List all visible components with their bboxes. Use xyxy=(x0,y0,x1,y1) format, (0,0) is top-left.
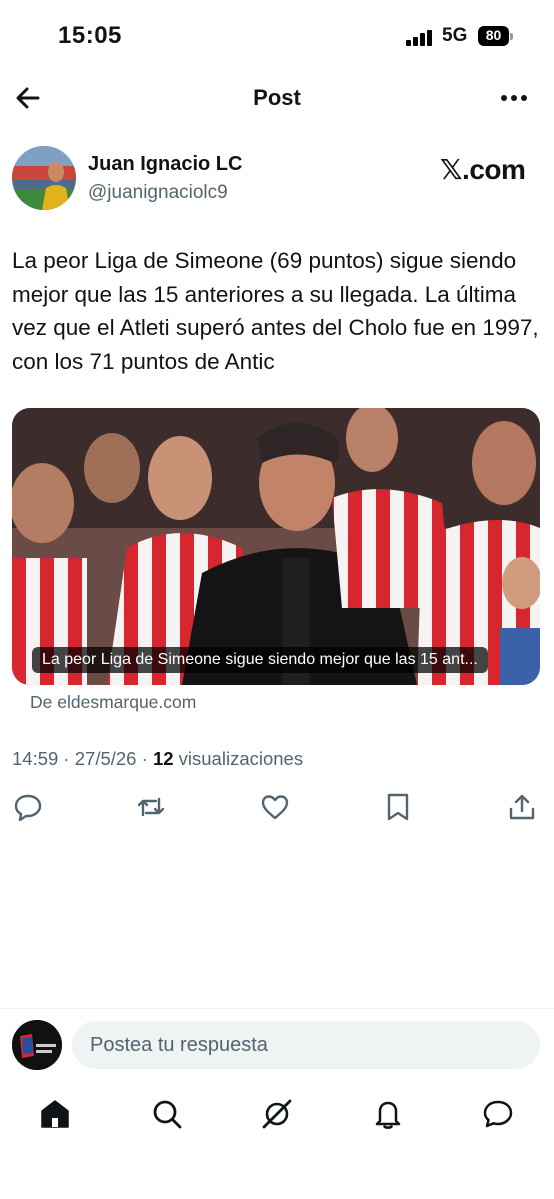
battery-icon: 80 xyxy=(478,26,514,46)
page-title: Post xyxy=(253,85,301,110)
search-icon[interactable] xyxy=(150,1097,184,1131)
link-card-image xyxy=(12,408,540,685)
home-icon[interactable] xyxy=(38,1097,72,1131)
views-label: visualizaciones xyxy=(178,748,304,769)
grok-icon[interactable] xyxy=(260,1097,294,1131)
tweet-text: La peor Liga de Simeone (69 puntos) sigu… xyxy=(12,248,539,374)
share-icon[interactable] xyxy=(507,792,537,822)
composer-divider xyxy=(0,1008,554,1009)
tweet-meta: 14:59 · 27/5/26 · 12 visualizaciones xyxy=(12,748,304,769)
reply-placeholder: Postea tu respuesta xyxy=(90,1034,268,1056)
bookmark-icon[interactable] xyxy=(383,792,413,822)
notifications-icon[interactable] xyxy=(371,1097,405,1131)
views-count: 12 xyxy=(152,748,174,769)
battery-level: 80 xyxy=(485,27,502,43)
author-avatar[interactable] xyxy=(12,146,76,210)
author-handle[interactable]: @juanignaciolc9 xyxy=(88,182,228,204)
link-card[interactable]: La peor Liga de Simeone sigue siendo mej… xyxy=(12,408,540,685)
repost-icon[interactable] xyxy=(136,792,166,822)
link-card-caption: La peor Liga de Simeone sigue siendo mej… xyxy=(32,647,488,673)
messages-icon[interactable] xyxy=(481,1097,515,1131)
user-avatar[interactable] xyxy=(12,1020,62,1070)
tweet-time: 14:59 xyxy=(12,748,59,769)
signal-icon xyxy=(406,30,432,46)
like-icon[interactable] xyxy=(260,792,290,822)
link-card-source[interactable]: De eldesmarque.com xyxy=(30,692,196,713)
x-com-logo: 𝕏.com xyxy=(440,154,526,185)
network-type: 5G xyxy=(442,25,468,46)
status-time: 15:05 xyxy=(58,22,122,49)
reply-icon[interactable] xyxy=(13,792,43,822)
tweet-date: 27/5/26 xyxy=(74,748,137,769)
author-name[interactable]: Juan Ignacio LC xyxy=(88,153,242,176)
more-icon[interactable] xyxy=(498,86,530,110)
